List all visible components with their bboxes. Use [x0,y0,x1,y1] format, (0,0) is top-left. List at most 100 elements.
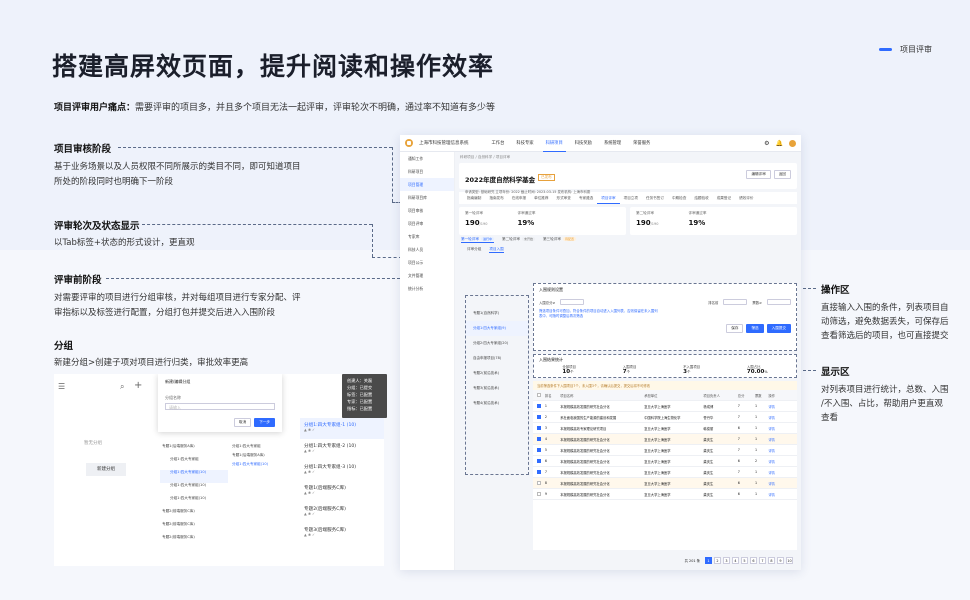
sidebar-item[interactable]: 项目评审 [400,217,454,230]
column-item[interactable]: 分组1:四大专家组 [160,457,228,470]
sidebar-item[interactable]: 文件管理 [400,269,454,282]
group-item[interactable]: 分组2:四大专家组(20) [466,336,528,351]
column-item[interactable]: 分组1:四大专家组(10) [160,496,228,509]
group-item[interactable]: 专题4(前沿技术) [466,396,528,411]
row-checkbox[interactable] [537,459,541,463]
settings-icon[interactable]: ⚙ [764,140,769,147]
column-item[interactable]: 专题2(前端服务C库) [160,522,228,535]
stage-tab[interactable]: 绩效评价 [735,196,757,201]
back-button[interactable]: 返回 [773,170,791,179]
page-button[interactable]: 8 [768,556,775,564]
group-item[interactable]: 专题3(前沿技术) [466,381,528,396]
row-checkbox[interactable] [537,415,541,419]
stage-tab[interactable]: 单位推荐 [530,196,552,201]
column-item[interactable]: 分组1:四大专家组(10) [160,483,228,496]
stage-tab[interactable]: 指南编制 [463,196,485,201]
group-card[interactable]: 分组1:四大专家组-3 (10) ▲ ✱ ✓ [300,460,384,481]
sidebar-item[interactable]: 项目公示 [400,256,454,269]
group-card[interactable]: 专题2(后端服务C库) ▲ ✱ ✓ [300,502,384,523]
stage-tab[interactable]: 专家遴选 [575,196,597,201]
nav-item[interactable]: 科技奖励 [572,135,595,152]
sidebar-item[interactable]: 科研项目 [400,165,454,178]
group-card[interactable]: 专题3(后端服务C库) ▲ ✱ ✓ [300,523,384,544]
next-button[interactable]: 下一步 [254,418,275,427]
row-checkbox[interactable] [537,426,541,430]
select-all-checkbox[interactable] [537,393,541,397]
table-row[interactable]: 2 系杜面临我国的生产能源的建设和发展 中国科学院上海生物化学 曹丹华 7 1 详情 [533,412,797,423]
edit-review-button[interactable]: 编辑评审 [746,170,771,179]
add-icon[interactable]: + [134,380,142,391]
stage-tab[interactable]: 任务书签订 [642,196,668,201]
row-checkbox[interactable] [537,481,541,485]
detail-link[interactable]: 详情 [768,404,797,409]
group-item-active[interactable]: 分组1:四大专家组(9) [466,321,528,336]
table-row[interactable]: 4 本报规模高效发展的研究社会分化 复旦大学上海医学 龚庆生 7 1 详情 [533,434,797,445]
table-row[interactable]: 9 本报规模高效发展的研究社会分化 复旦大学上海医学 龚庆生 6 1 详情 [533,489,797,500]
column-item[interactable]: 专题1(后端服务A库) [160,444,228,457]
page-button[interactable]: 2 [714,556,721,564]
page-button[interactable]: 10 [786,556,793,564]
bell-icon[interactable]: 🔔 [776,140,783,147]
avatar[interactable] [789,139,796,147]
tab-round3[interactable]: 第三轮评审 待配置 [543,237,576,243]
group-card[interactable]: 分组1:四大专家组-1 (10) ▲ ✱ ✓ [300,418,384,439]
tab-round2[interactable]: 第二轮评审 未开始 [502,237,535,243]
row-checkbox[interactable] [537,404,541,408]
tab-grouping[interactable]: 评审分组 [467,247,481,253]
sidebar-item[interactable]: 科研项目库 [400,191,454,204]
row-checkbox[interactable] [537,470,541,474]
group-item[interactable]: 自由申报项目(78) [466,351,528,366]
submit-button[interactable]: 入围提交 [766,324,791,333]
row-checkbox[interactable] [537,492,541,496]
sidebar-item[interactable]: 通知工作 [400,152,454,165]
group-card[interactable]: 分组1:四大专家组-2 (10) ▲ ✱ ✓ [300,439,384,460]
group-card[interactable]: 专题1(后端服务C库) ▲ ✱ ✓ [300,481,384,502]
sidebar-item[interactable]: 专家库 [400,230,454,243]
table-row[interactable]: 3 本报规模高效专家理论研究项目 复旦大学上海医学 韩俊丽 6 1 详情 [533,423,797,434]
stage-tab[interactable]: 指南发布 [485,196,507,201]
filter-input[interactable] [723,299,748,305]
table-row[interactable]: 1 本报规模高效发展的研究社会分化 复旦大学上海医学 杨成博 7 1 详情 [533,401,797,412]
cancel-button[interactable]: 取消 [234,418,252,427]
new-group-button[interactable]: 新建分组 [86,463,126,476]
page-button[interactable]: 9 [777,556,784,564]
stage-tab[interactable]: 结题验收 [690,196,712,201]
row-checkbox[interactable] [537,437,541,441]
stage-tab[interactable]: 项目评审 [597,193,620,204]
nav-item[interactable]: 系统管理 [601,135,624,152]
detail-link[interactable]: 详情 [768,437,797,442]
table-row[interactable]: 6 本报规模高效发展的研究社会分化 复旦大学上海医学 龚庆生 6 2 详情 [533,456,797,467]
column-item[interactable]: 专题2(前端服务C库) [160,535,228,548]
stage-tab[interactable]: 形式审查 [553,196,575,201]
detail-link[interactable]: 详情 [768,492,797,497]
tab-shortlist[interactable]: 项目入围 [489,247,504,253]
detail-link[interactable]: 详情 [768,426,797,431]
nav-item[interactable]: 科技专家 [513,135,536,152]
table-row[interactable]: 8 本报规模高效发展的研究社会分化 复旦大学上海医学 龚庆生 6 1 详情 [533,478,797,489]
filter-input[interactable] [560,299,585,305]
page-button[interactable]: 4 [732,556,739,564]
filter-button[interactable]: 筛选 [746,324,764,333]
column-item[interactable]: 专题1(后端服务A库) [232,453,282,462]
sidebar-item[interactable]: 科技人员 [400,243,454,256]
row-checkbox[interactable] [537,448,541,452]
page-button[interactable]: 6 [750,556,757,564]
group-item[interactable]: 专题1(自然科学) [466,306,528,321]
detail-link[interactable]: 详情 [768,481,797,486]
sidebar-item[interactable]: 统计分析 [400,282,454,295]
page-button[interactable]: 7 [759,556,766,564]
group-item[interactable]: 专题2(前沿技术) [466,366,528,381]
filter-input[interactable] [767,299,791,305]
save-button[interactable]: 保存 [726,324,744,333]
stage-tab[interactable]: 成果登记 [713,196,735,201]
tab-round1[interactable]: 第一轮评审 进行中 [461,237,494,243]
detail-link[interactable]: 详情 [768,470,797,475]
page-button[interactable]: 3 [723,556,730,564]
nav-item-active[interactable]: 科研项目 [542,135,566,152]
detail-link[interactable]: 详情 [768,459,797,464]
nav-item[interactable]: 荣誉服务 [630,135,653,152]
sidebar-item-active[interactable]: 项目管理 [400,178,454,191]
sidebar-item[interactable]: 项目审核 [400,204,454,217]
stage-tab[interactable]: 项目立项 [620,196,642,201]
group-name-input[interactable]: 请输入 [165,403,275,410]
